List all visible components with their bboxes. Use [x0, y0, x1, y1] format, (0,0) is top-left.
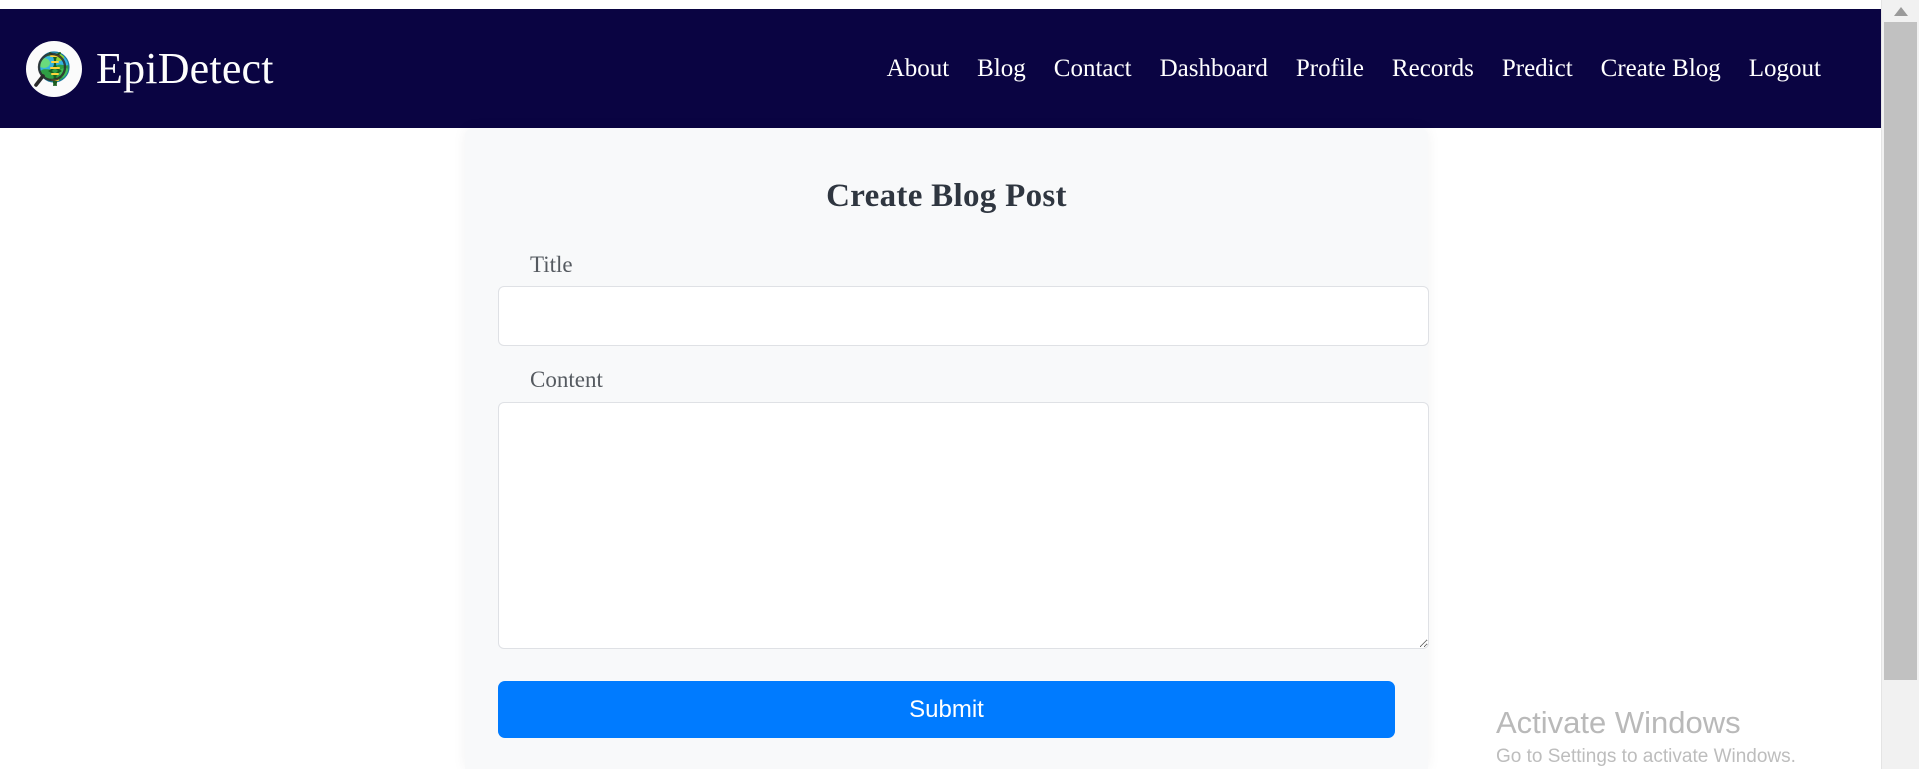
browser-viewport: EpiDetect About Blog Contact Dashboard P… [0, 0, 1919, 769]
site-navbar: EpiDetect About Blog Contact Dashboard P… [0, 9, 1881, 128]
activate-windows-title: Activate Windows [1496, 705, 1741, 740]
brand-link[interactable]: EpiDetect [26, 40, 274, 97]
scroll-up-chevron-up-icon[interactable] [1882, 0, 1919, 22]
content-field-group: Content [498, 346, 1429, 649]
nav-link-logout[interactable]: Logout [1735, 56, 1835, 81]
nav-link-profile[interactable]: Profile [1282, 56, 1378, 81]
nav-link-about[interactable]: About [873, 56, 964, 81]
nav-link-contact[interactable]: Contact [1040, 56, 1146, 81]
submit-button-container: Submit [498, 649, 1395, 738]
activate-windows-watermark: Activate Windows Go to Settings to activ… [1496, 705, 1866, 769]
scrollbar-thumb[interactable] [1884, 22, 1917, 680]
nav-link-create-blog[interactable]: Create Blog [1587, 56, 1735, 81]
title-label: Title [530, 252, 573, 277]
nav-link-predict[interactable]: Predict [1488, 56, 1587, 81]
nav-link-dashboard[interactable]: Dashboard [1146, 56, 1282, 81]
page-title: Create Blog Post [826, 178, 1067, 214]
nav-link-records[interactable]: Records [1378, 56, 1488, 81]
activate-windows-subtitle: Go to Settings to activate Windows. [1496, 745, 1796, 767]
submit-button[interactable]: Submit [498, 680, 1395, 738]
title-field-group: Title [498, 215, 1429, 347]
title-input[interactable] [498, 286, 1429, 347]
nav-link-blog[interactable]: Blog [963, 56, 1040, 81]
vertical-scrollbar[interactable] [1881, 0, 1919, 769]
content-textarea[interactable] [498, 401, 1429, 649]
page-top-gutter [0, 0, 1881, 9]
scrollbar-track-bottom[interactable] [1882, 680, 1919, 769]
navbar-links: About Blog Contact Dashboard Profile Rec… [873, 56, 1853, 81]
create-blog-post-card: Create Blog Post Title Content Submit [465, 128, 1429, 769]
brand-name: EpiDetect [96, 43, 274, 93]
content-label: Content [530, 367, 603, 393]
epidetect-globe-dna-magnifier-logo-icon [26, 40, 82, 97]
